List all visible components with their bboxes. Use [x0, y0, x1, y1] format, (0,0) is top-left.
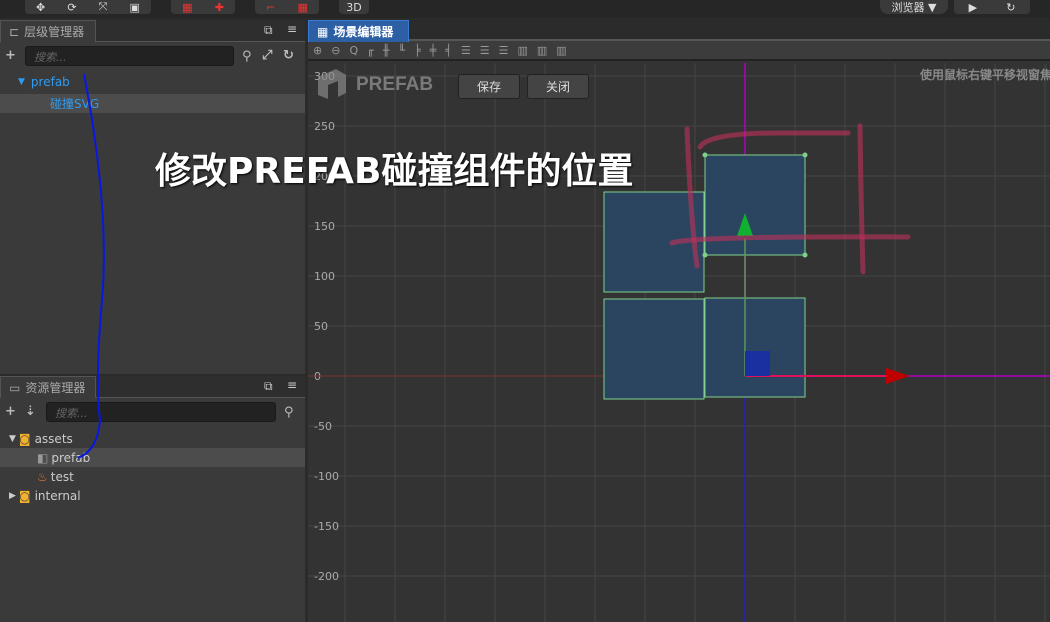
y-tick-label: 100: [314, 270, 335, 283]
pan-hint: 使用鼠标右键平移视窗焦: [919, 67, 1050, 82]
sort-icon[interactable]: ⇣: [25, 404, 36, 419]
tree-item-label: prefab: [30, 74, 70, 89]
collider-box[interactable]: [704, 297, 806, 398]
y-tick-label: -200: [314, 570, 339, 583]
zoom-in-icon[interactable]: ⊕: [313, 44, 322, 57]
asset-item-internal[interactable]: ▶ ◙ internal: [0, 486, 305, 505]
mode-3d-label: 3D: [346, 0, 362, 14]
search-icon[interactable]: ⚲: [284, 405, 294, 420]
save-button[interactable]: 保存: [458, 74, 520, 99]
db-icon: ◙: [18, 488, 31, 503]
assets-title: 资源管理器: [25, 381, 86, 395]
tree-icon: ⊏: [9, 24, 20, 39]
distribute-hcenter-icon[interactable]: ▥: [537, 44, 547, 57]
browser-label: 浏览器 ▼: [891, 1, 937, 14]
browser-select[interactable]: 浏览器 ▼: [880, 0, 948, 14]
coord-tools: ⌐ ▦: [255, 0, 319, 14]
asset-item-assets[interactable]: ▼ ◙ assets: [0, 429, 305, 448]
scene-tab-bar: ▦ 场景编辑器: [308, 20, 1050, 42]
distribute-left-icon[interactable]: ▥: [517, 44, 527, 57]
zoom-reset-icon[interactable]: Q: [349, 44, 358, 57]
center-icon[interactable]: ✚: [215, 1, 224, 14]
prefab-logo: PREFAB: [318, 69, 433, 99]
scene-title: 场景编辑器: [333, 25, 394, 39]
prefab-icon: ◧: [37, 450, 49, 465]
assets-search-input[interactable]: 搜索...: [46, 402, 276, 422]
asset-item-test[interactable]: ♨ test: [0, 467, 305, 486]
tab-assets[interactable]: ▭ 资源管理器: [0, 376, 96, 398]
asset-label: assets: [34, 431, 73, 446]
add-asset-icon[interactable]: +: [5, 404, 16, 419]
scene-toolbar: ⊕ ⊖ Q ╓ ╫ ╙ ╞ ╪ ╡ ☰ ☰ ☰ ▥ ▥ ▥: [308, 41, 1050, 61]
search-icon[interactable]: ⚲: [242, 49, 252, 64]
asset-label: internal: [34, 488, 81, 503]
popout-icon[interactable]: ⧉: [264, 23, 273, 38]
transform-tools: ✥ ⟳ ⤧ ▣: [25, 0, 151, 14]
scene-icon: ▦: [317, 24, 329, 39]
scene-fire-icon: ♨: [37, 469, 48, 484]
y-tick-label: 250: [314, 120, 335, 133]
y-tick-label: -100: [314, 470, 339, 483]
local-icon[interactable]: ⌐: [266, 1, 275, 14]
collider-box[interactable]: [603, 298, 705, 400]
y-tick-label: -50: [314, 420, 332, 433]
pivot-tools: ▦ ✚: [171, 0, 235, 14]
rotate-tool-icon[interactable]: ⟳: [67, 1, 76, 14]
menu-icon[interactable]: ≡: [287, 22, 297, 36]
distribute-bottom-icon[interactable]: ☰: [499, 44, 509, 57]
caret-down-icon[interactable]: ▼: [9, 434, 16, 444]
align-bottom-icon[interactable]: ╙: [398, 44, 405, 57]
scale-tool-icon[interactable]: ⤧: [99, 0, 108, 14]
folder-icon: ▭: [9, 380, 21, 395]
refresh-icon[interactable]: ↻: [283, 48, 294, 63]
top-toolbar: ✥ ⟳ ⤧ ▣ ▦ ✚ ⌐ ▦ 3D 浏览器 ▼ ▶ ↻: [0, 0, 1050, 18]
global-icon[interactable]: ▦: [298, 1, 308, 14]
distribute-vcenter-icon[interactable]: ☰: [480, 44, 490, 57]
pivot-icon[interactable]: ▦: [182, 1, 192, 14]
y-tick-label: 50: [314, 320, 328, 333]
asset-label: prefab: [51, 450, 91, 465]
hierarchy-panel: ⊏ 层级管理器 ⧉ ≡ + 搜索... ⚲ ⤢ ↻ ▼ prefab 碰撞SVG: [0, 20, 305, 374]
add-node-icon[interactable]: +: [5, 48, 16, 63]
popout-icon[interactable]: ⧉: [264, 379, 273, 394]
rect-tool-icon[interactable]: ▣: [130, 1, 140, 14]
align-vcenter-icon[interactable]: ╫: [383, 44, 390, 57]
move-tool-icon[interactable]: ✥: [36, 1, 45, 14]
hierarchy-title: 层级管理器: [24, 25, 85, 39]
hierarchy-search-input[interactable]: 搜索...: [25, 46, 234, 66]
tab-scene-editor[interactable]: ▦ 场景编辑器: [308, 20, 409, 42]
zoom-out-icon[interactable]: ⊖: [331, 44, 340, 57]
caret-down-icon[interactable]: ▼: [18, 77, 25, 87]
align-left-icon[interactable]: ╞: [414, 44, 421, 57]
distribute-top-icon[interactable]: ☰: [461, 44, 471, 57]
menu-icon[interactable]: ≡: [287, 378, 297, 392]
expand-icon[interactable]: ⤢: [262, 48, 272, 63]
annotation-caption: 修改PREFAB碰撞组件的位置: [155, 151, 634, 192]
tab-hierarchy[interactable]: ⊏ 层级管理器: [0, 20, 96, 42]
align-right-icon[interactable]: ╡: [445, 44, 452, 57]
gizmo-xy-handle[interactable]: [745, 351, 770, 376]
refresh-icon[interactable]: ↻: [1006, 1, 1015, 14]
db-icon: ◙: [18, 431, 31, 446]
assets-tab-bar: ▭ 资源管理器 ⧉ ≡: [0, 376, 305, 398]
asset-label: test: [50, 469, 74, 484]
tree-item-collider-svg[interactable]: 碰撞SVG: [0, 94, 305, 113]
align-hcenter-icon[interactable]: ╪: [430, 44, 437, 57]
distribute-right-icon[interactable]: ▥: [556, 44, 566, 57]
y-tick-label: -150: [314, 520, 339, 533]
hierarchy-tab-bar: ⊏ 层级管理器 ⧉ ≡: [0, 20, 305, 42]
mode-3d-button[interactable]: 3D: [339, 0, 369, 14]
align-top-icon[interactable]: ╓: [367, 44, 374, 57]
preview-controls: ▶ ↻: [954, 0, 1030, 14]
tree-item-label: 碰撞SVG: [50, 97, 100, 111]
asset-item-prefab[interactable]: ◧ prefab: [0, 448, 305, 467]
prefab-label: PREFAB: [356, 74, 433, 95]
y-tick-label: 150: [314, 220, 335, 233]
tree-item-prefab[interactable]: ▼ prefab: [0, 72, 305, 91]
caret-right-icon[interactable]: ▶: [9, 491, 16, 501]
gizmo-x-arrow[interactable]: [886, 368, 910, 384]
assets-panel: ▭ 资源管理器 ⧉ ≡ + ⇣ 搜索... ⚲ ▼ ◙ assets ◧ pref…: [0, 376, 305, 622]
close-button[interactable]: 关闭: [527, 74, 589, 99]
play-icon[interactable]: ▶: [969, 1, 977, 14]
